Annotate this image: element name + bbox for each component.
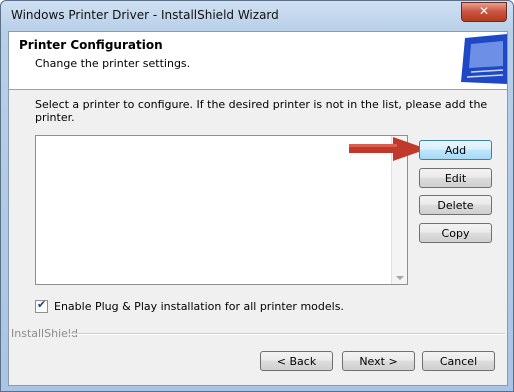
wizard-client-area: Printer Configuration Change the printer…	[8, 31, 508, 386]
close-button[interactable]: ✕	[461, 2, 507, 22]
back-button[interactable]: < Back	[260, 351, 333, 371]
instruction-text: Select a printer to configure. If the de…	[35, 98, 488, 124]
checkmark-icon: ✔	[37, 298, 47, 311]
copy-button[interactable]: Copy	[419, 223, 492, 243]
pnp-checkbox-label[interactable]: Enable Plug & Play installation for all …	[54, 300, 344, 313]
red-arrow-icon	[349, 137, 427, 161]
delete-button[interactable]: Delete	[419, 195, 492, 215]
page-title: Printer Configuration	[19, 38, 163, 52]
page-subtitle: Change the printer settings.	[35, 57, 191, 70]
window-title: Windows Printer Driver - InstallShield W…	[11, 8, 279, 22]
edit-button[interactable]: Edit	[419, 168, 492, 188]
wizard-window: Windows Printer Driver - InstallShield W…	[0, 0, 514, 392]
scroll-down-icon[interactable]	[396, 276, 404, 280]
add-button[interactable]: Add	[419, 140, 492, 160]
title-bar[interactable]: Windows Printer Driver - InstallShield W…	[1, 1, 513, 31]
pnp-checkbox[interactable]: ✔	[35, 298, 48, 313]
cancel-button[interactable]: Cancel	[422, 351, 495, 371]
brand-divider	[69, 333, 505, 335]
next-button[interactable]: Next >	[342, 351, 415, 371]
wizard-header: Printer Configuration Change the printer…	[9, 32, 507, 90]
close-icon: ✕	[478, 4, 490, 18]
installshield-brand: InstallShield	[11, 327, 78, 340]
printer-banner-icon	[437, 32, 507, 89]
